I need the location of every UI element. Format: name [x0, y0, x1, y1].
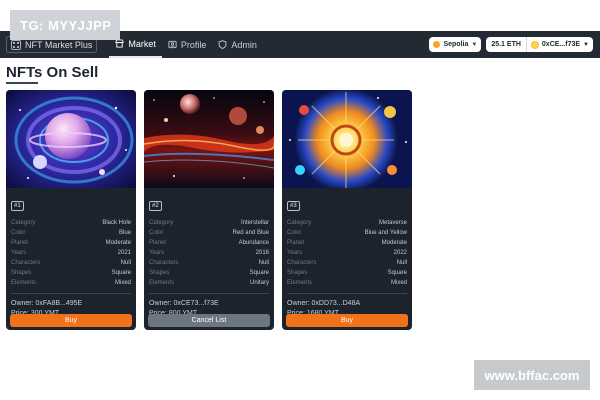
wallet-account-button[interactable]: 25.1 ETH 0xCE...f73E ▼ [486, 37, 593, 52]
nft-image [282, 90, 412, 188]
attribute-row: Shapes Square [287, 270, 407, 276]
page-title: NFTs On Sell [6, 64, 99, 81]
owner-text: Owner: 0xCE73...f73E [149, 300, 219, 307]
attribute-row: Years 2022 [287, 250, 407, 256]
watermark-site: www.bffac.com [474, 360, 590, 390]
nav-tab-admin[interactable]: Admin [212, 31, 263, 58]
owner-text: Owner: 0xFA8B...495E [11, 300, 83, 307]
divider [287, 293, 407, 294]
nft-card[interactable]: #2 Category Interstellar Color Red and Blu… [144, 90, 274, 330]
attribute-row: Years 2021 [11, 250, 131, 256]
attribute-row: Planet Abundance [149, 240, 269, 246]
owner-text: Owner: 0xDD73...D48A [287, 300, 361, 307]
attribute-row: Characters Null [11, 260, 131, 266]
attribute-row: Planet Moderate [11, 240, 131, 246]
nft-id-badge: #3 [287, 201, 300, 211]
title-underline [6, 82, 38, 84]
nav-tab-label: Market [128, 38, 156, 49]
attribute-row: Characters Null [287, 260, 407, 266]
attribute-row: Planet Moderate [287, 240, 407, 246]
attribute-row: Category Black Hole [11, 220, 131, 226]
attribute-row: Elements Mixed [11, 280, 131, 286]
nav-tab-profile[interactable]: Profile [162, 31, 213, 58]
attribute-row: Category Interstellar [149, 220, 269, 226]
attribute-row: Shapes Square [11, 270, 131, 276]
grid-icon [11, 39, 21, 50]
buy-button[interactable]: Buy [286, 314, 408, 327]
nft-id-badge: #2 [149, 201, 162, 211]
network-dot-icon [433, 41, 441, 48]
attribute-row: Elements Mixed [287, 280, 407, 286]
cancel-list-button[interactable]: Cancel List [148, 314, 270, 327]
shield-icon [219, 40, 227, 49]
account-address: 0xCE...f73E [541, 41, 581, 48]
eth-balance: 25.1 ETH [486, 37, 527, 52]
profile-card-icon [168, 40, 177, 49]
attribute-row: Color Blue [11, 230, 131, 236]
brand-name: NFT Market Plus [25, 39, 93, 50]
nft-id-badge: #1 [11, 201, 24, 211]
divider [11, 293, 131, 294]
nft-card[interactable]: #1 Category Black Hole Color Blue Planet Mo… [6, 90, 136, 330]
nft-image [6, 90, 136, 188]
chevron-down-icon: ▼ [583, 41, 589, 48]
nft-card[interactable]: #3 Category Metaverse Color Blue and Yello… [282, 90, 412, 330]
buy-button[interactable]: Buy [10, 314, 132, 327]
attribute-row: Years 2016 [149, 250, 269, 256]
chevron-down-icon: ▼ [471, 41, 478, 48]
attribute-row: Category Metaverse [287, 220, 407, 226]
network-selector[interactable]: Sepolia ▼ [429, 37, 482, 52]
store-icon [115, 39, 124, 48]
divider [149, 293, 269, 294]
network-label: Sepolia [443, 41, 469, 48]
attribute-row: Color Red and Blue [149, 230, 269, 236]
attribute-row: Color Blue and Yellow [287, 230, 407, 236]
page: TG: MYYJJPP NFT Market Plus Market Profi… [0, 0, 600, 400]
watermark-tag: TG: MYYJJPP [10, 10, 120, 40]
attribute-row: Shapes Square [149, 270, 269, 276]
nav-tab-label: Admin [231, 39, 257, 50]
attribute-row: Characters Null [149, 260, 269, 266]
account-avatar-icon [530, 40, 539, 49]
nft-image [144, 90, 274, 188]
attribute-row: Elements Unitary [149, 280, 269, 286]
nav-tab-label: Profile [180, 39, 207, 50]
